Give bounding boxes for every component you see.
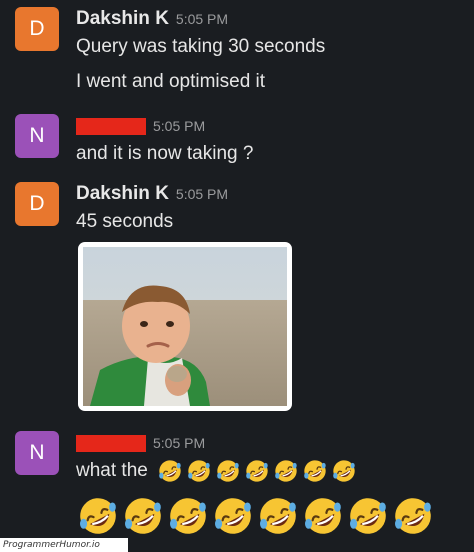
rolling-on-floor-laughing-icon bbox=[393, 496, 433, 536]
avatar[interactable]: N bbox=[15, 431, 59, 475]
message-text: 45 seconds bbox=[76, 211, 174, 232]
timestamp[interactable]: 5:05 PM bbox=[176, 11, 228, 27]
big-emoji-row bbox=[78, 496, 433, 536]
message-text: I went and optimised it bbox=[76, 71, 266, 92]
avatar[interactable]: D bbox=[15, 182, 59, 226]
avatar[interactable]: N bbox=[15, 114, 59, 158]
success-kid-meme-image[interactable] bbox=[78, 242, 292, 411]
rolling-on-floor-laughing-icon bbox=[78, 496, 118, 536]
timestamp[interactable]: 5:05 PM bbox=[153, 118, 205, 134]
redacted-sender-name bbox=[76, 434, 146, 452]
inline-emoji-row bbox=[153, 460, 356, 481]
watermark: ProgrammerHumor.io bbox=[0, 538, 128, 552]
redacted-sender-name bbox=[76, 117, 146, 135]
rolling-on-floor-laughing-icon bbox=[258, 496, 298, 536]
chat-view: D Dakshin K 5:05 PM Query was taking 30 … bbox=[0, 0, 474, 552]
avatar[interactable]: D bbox=[15, 7, 59, 51]
rolling-on-floor-laughing-icon bbox=[274, 459, 298, 483]
rolling-on-floor-laughing-icon bbox=[216, 459, 240, 483]
rolling-on-floor-laughing-icon bbox=[332, 459, 356, 483]
message-text-prefix: what the bbox=[76, 460, 148, 481]
rolling-on-floor-laughing-icon bbox=[168, 496, 208, 536]
rolling-on-floor-laughing-icon bbox=[245, 459, 269, 483]
message-text: what the bbox=[76, 458, 466, 483]
sender-name[interactable]: Dakshin K bbox=[76, 8, 169, 30]
rolling-on-floor-laughing-icon bbox=[123, 496, 163, 536]
rolling-on-floor-laughing-icon bbox=[348, 496, 388, 536]
timestamp[interactable]: 5:05 PM bbox=[176, 186, 228, 202]
timestamp[interactable]: 5:05 PM bbox=[153, 435, 205, 451]
rolling-on-floor-laughing-icon bbox=[303, 496, 343, 536]
message-text: and it is now taking ? bbox=[76, 143, 254, 164]
sender-name[interactable]: Dakshin K bbox=[76, 183, 169, 205]
rolling-on-floor-laughing-icon bbox=[187, 459, 211, 483]
rolling-on-floor-laughing-icon bbox=[303, 459, 327, 483]
message-text: Query was taking 30 seconds bbox=[76, 36, 326, 57]
rolling-on-floor-laughing-icon bbox=[158, 459, 182, 483]
rolling-on-floor-laughing-icon bbox=[213, 496, 253, 536]
